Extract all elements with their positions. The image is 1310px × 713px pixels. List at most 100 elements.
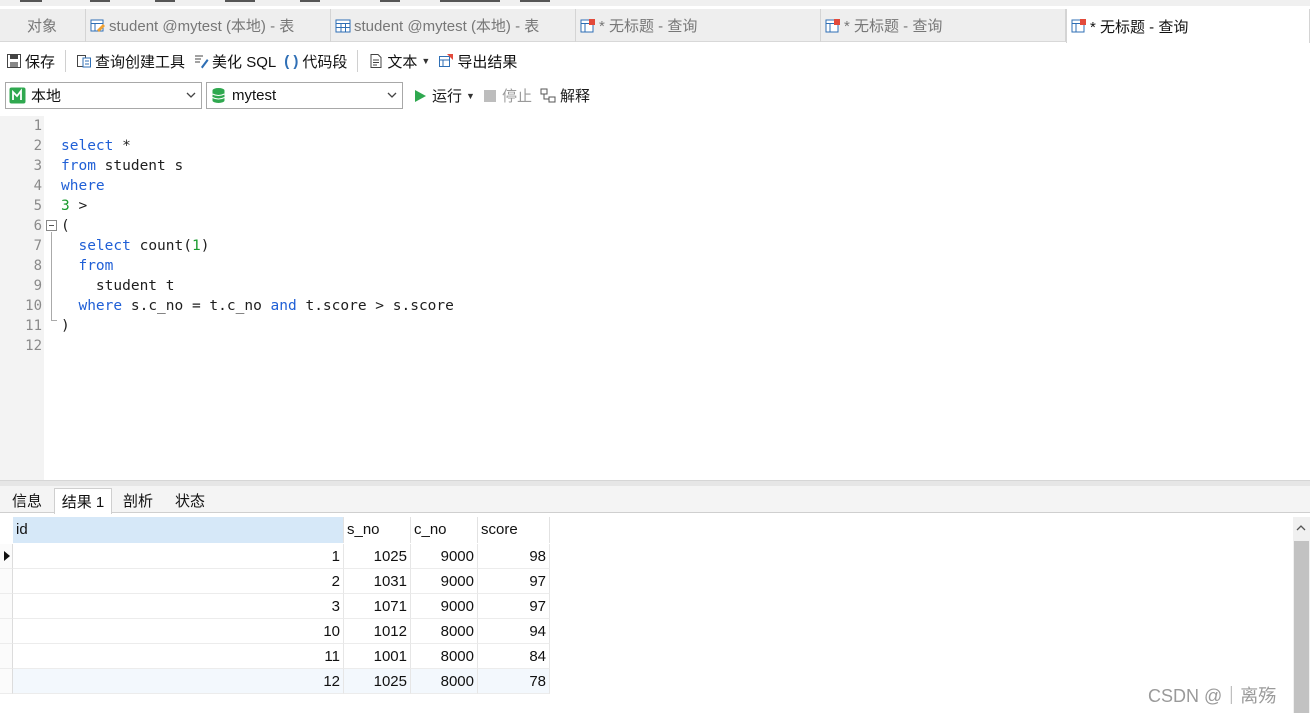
export-results-button[interactable]: 导出结果 (434, 48, 521, 74)
cell-score[interactable]: 98 (478, 544, 550, 569)
fold-guide-end (51, 320, 57, 321)
cell-c_no[interactable]: 8000 (411, 619, 478, 644)
text-document-icon (370, 54, 382, 68)
table-row[interactable]: 1 1025 9000 98 (0, 544, 550, 569)
database-icon (212, 88, 225, 103)
table-design-icon (90, 19, 105, 32)
cell-c_no[interactable]: 8000 (411, 669, 478, 694)
tab-profile[interactable]: 剖析 (112, 488, 164, 513)
table-row[interactable]: 12 1025 8000 78 (0, 669, 550, 694)
tab-label: student @mytest (本地) - 表 (354, 18, 540, 35)
play-icon (415, 89, 426, 102)
cell-c_no[interactable]: 9000 (411, 544, 478, 569)
table-row[interactable]: 3 1071 9000 97 (0, 594, 550, 619)
cell-score[interactable]: 78 (478, 669, 550, 694)
chevron-down-icon (186, 92, 196, 98)
cell-score[interactable]: 97 (478, 594, 550, 619)
line-number: 8 (33, 258, 42, 274)
chevron-down-icon (387, 92, 397, 98)
code-snippet-button[interactable]: ( ) 代码段 (280, 48, 351, 74)
connection-bar: 本地 mytest 运行 ▼ 停止 解释 (0, 80, 1310, 112)
tab-result-1[interactable]: 结果 1 (54, 488, 112, 514)
column-header-score[interactable]: score (478, 517, 550, 543)
tab-status[interactable]: 状态 (164, 488, 216, 513)
cell-s_no[interactable]: 1012 (344, 619, 411, 644)
line-number: 9 (33, 278, 42, 294)
cell-id[interactable]: 1 (13, 544, 344, 569)
row-selector[interactable] (0, 594, 13, 619)
query-icon (825, 18, 840, 32)
beautify-sql-button[interactable]: 美化 SQL (189, 48, 280, 74)
connection-icon (9, 87, 26, 104)
cell-s_no[interactable]: 1001 (344, 644, 411, 669)
cell-s_no[interactable]: 1025 (344, 669, 411, 694)
column-header-id[interactable]: id (13, 517, 344, 543)
line-number: 4 (33, 178, 42, 194)
cell-id[interactable]: 11 (13, 644, 344, 669)
cell-s_no[interactable]: 1031 (344, 569, 411, 594)
tab-label: * 无标题 - 查询 (1090, 18, 1189, 36)
cell-score[interactable]: 94 (478, 619, 550, 644)
stop-icon (484, 89, 496, 102)
line-number: 10 (25, 298, 42, 314)
cell-id[interactable]: 2 (13, 569, 344, 594)
row-selector[interactable] (0, 619, 13, 644)
tab-bar: 对象 student @mytest (本地) - 表 student @myt… (0, 9, 1310, 43)
table-row[interactable]: 11 1001 8000 84 (0, 644, 550, 669)
fold-toggle-icon[interactable] (46, 220, 57, 231)
row-selector[interactable] (0, 544, 13, 569)
database-select[interactable]: mytest (206, 82, 403, 109)
current-row-pointer-icon (4, 551, 10, 561)
fold-guide (51, 232, 52, 320)
tab-table-design[interactable]: student @mytest (本地) - 表 (86, 9, 331, 42)
sql-editor[interactable]: 1 2 3 4 5 6 7 8 9 10 11 12 select * from… (0, 116, 1310, 480)
cell-s_no[interactable]: 1025 (344, 544, 411, 569)
toolbar-divider (357, 50, 359, 72)
line-number: 7 (33, 238, 42, 254)
column-header-s_no[interactable]: s_no (344, 517, 411, 543)
tab-objects[interactable]: 对象 (0, 9, 86, 42)
cell-c_no[interactable]: 9000 (411, 594, 478, 619)
table-row[interactable]: 2 1031 9000 97 (0, 569, 550, 594)
table-row[interactable]: 10 1012 8000 94 (0, 619, 550, 644)
cell-s_no[interactable]: 1071 (344, 594, 411, 619)
tab-query-2[interactable]: * 无标题 - 查询 (821, 9, 1066, 42)
cell-id[interactable]: 3 (13, 594, 344, 619)
menu-bar-partial (0, 0, 1310, 6)
connection-select[interactable]: 本地 (5, 82, 202, 109)
explain-button[interactable]: 解释 (540, 85, 590, 106)
cell-score[interactable]: 84 (478, 644, 550, 669)
line-number: 12 (25, 338, 42, 354)
tab-query-3[interactable]: * 无标题 - 查询 (1066, 9, 1310, 43)
line-number-gutter: 1 2 3 4 5 6 7 8 9 10 11 12 (0, 116, 44, 480)
cell-score[interactable]: 97 (478, 569, 550, 594)
beautify-icon (195, 55, 209, 69)
column-header-c_no[interactable]: c_no (411, 517, 478, 543)
row-selector[interactable] (0, 644, 13, 669)
stop-button[interactable]: 停止 (484, 85, 532, 106)
tab-query-1[interactable]: * 无标题 - 查询 (576, 9, 821, 42)
result-tabs: 信息 结果 1 剖析 状态 (0, 486, 1310, 514)
tab-label: student @mytest (本地) - 表 (109, 18, 295, 35)
text-mode-button[interactable]: 文本 ▼ (364, 48, 434, 74)
tab-label: * 无标题 - 查询 (599, 18, 698, 35)
query-toolbar: 保存 查询创建工具 美化 SQL ( ) 代码段 文本 ▼ 导出结果 (0, 43, 1310, 79)
cell-id[interactable]: 12 (13, 669, 344, 694)
save-button[interactable]: 保存 (2, 48, 59, 74)
tab-info[interactable]: 信息 (2, 488, 52, 513)
cell-id[interactable]: 10 (13, 619, 344, 644)
run-button[interactable]: 运行 ▼ (413, 85, 475, 106)
query-builder-button[interactable]: 查询创建工具 (72, 48, 189, 74)
scroll-up-icon[interactable] (1296, 523, 1306, 533)
cell-c_no[interactable]: 9000 (411, 569, 478, 594)
scrollbar-thumb[interactable] (1294, 541, 1309, 713)
line-number: 11 (25, 318, 42, 334)
query-icon (1071, 19, 1086, 33)
row-selector[interactable] (0, 569, 13, 594)
vertical-scrollbar[interactable] (1293, 517, 1310, 713)
cell-c_no[interactable]: 8000 (411, 644, 478, 669)
tab-label: * 无标题 - 查询 (844, 18, 943, 35)
row-selector[interactable] (0, 669, 13, 694)
tab-table-view[interactable]: student @mytest (本地) - 表 (331, 9, 576, 42)
save-icon (7, 54, 21, 68)
